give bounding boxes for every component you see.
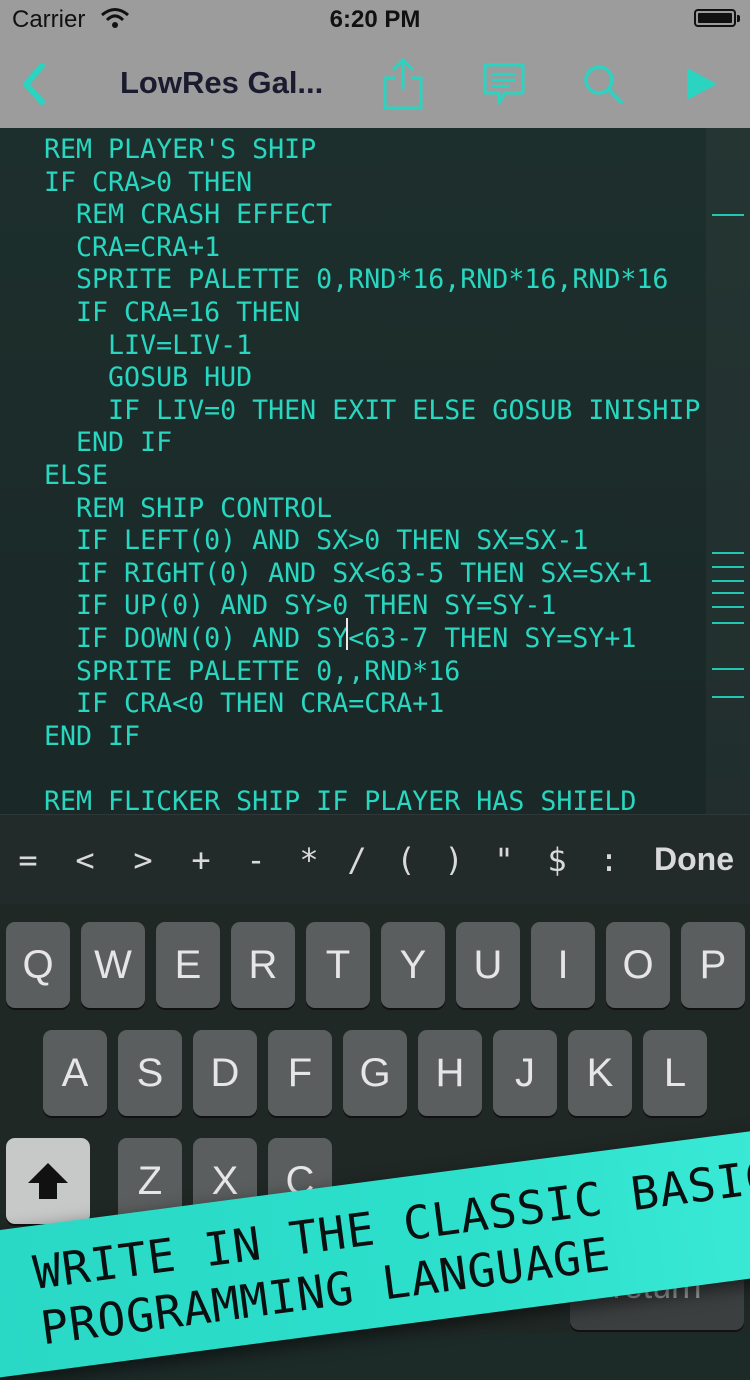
scroll-markers[interactable]	[706, 128, 750, 814]
symbol-key[interactable]: )	[434, 841, 474, 879]
back-button[interactable]	[8, 40, 58, 128]
clock: 6:20 PM	[329, 6, 421, 33]
symbol-key[interactable]: $	[537, 841, 577, 879]
code-editor[interactable]: REM PLAYER'S SHIP IF CRA>0 THEN REM CRAS…	[0, 128, 750, 814]
shift-key[interactable]	[6, 1138, 90, 1224]
key[interactable]: H	[418, 1030, 482, 1116]
text-cursor	[346, 618, 348, 650]
comment-icon	[483, 63, 525, 105]
back-icon	[23, 63, 45, 105]
key[interactable]: P	[681, 922, 745, 1008]
key[interactable]: U	[456, 922, 520, 1008]
scroll-marker	[712, 668, 744, 670]
scroll-marker	[712, 580, 744, 582]
run-button[interactable]	[676, 40, 726, 128]
page-title: LowRes Gal...	[120, 65, 324, 100]
key[interactable]: I	[531, 922, 595, 1008]
symbol-key[interactable]: >	[123, 841, 163, 879]
key[interactable]: L	[643, 1030, 707, 1116]
key[interactable]: F	[268, 1030, 332, 1116]
key[interactable]: O	[606, 922, 670, 1008]
symbol-key[interactable]: "	[484, 841, 524, 879]
scroll-marker	[712, 606, 744, 608]
share-icon	[383, 57, 423, 110]
scroll-marker	[712, 592, 744, 594]
status-bar: Carrier 6:20 PM	[0, 0, 750, 40]
key[interactable]: E	[156, 922, 220, 1008]
shift-arrow-icon	[28, 1163, 68, 1199]
code-text[interactable]: REM PLAYER'S SHIP IF CRA>0 THEN REM CRAS…	[44, 134, 700, 814]
scroll-marker	[712, 622, 744, 624]
symbol-key[interactable]: -	[236, 841, 276, 879]
symbol-key[interactable]: <	[65, 841, 105, 879]
key[interactable]: J	[493, 1030, 557, 1116]
symbol-key[interactable]: (	[386, 841, 426, 879]
scroll-marker	[712, 696, 744, 698]
share-button[interactable]	[378, 40, 428, 128]
comment-button[interactable]	[476, 40, 532, 128]
search-icon	[584, 65, 623, 104]
symbol-key[interactable]: =	[8, 841, 48, 879]
key[interactable]: G	[343, 1030, 407, 1116]
scroll-marker	[712, 214, 744, 216]
key[interactable]: D	[193, 1030, 257, 1116]
scroll-marker	[712, 552, 744, 554]
battery-icon	[694, 9, 740, 27]
done-button[interactable]: Done	[654, 841, 734, 878]
key[interactable]: R	[231, 922, 295, 1008]
symbol-toolbar: = < > + - * / ( ) " $ : Done	[0, 814, 750, 905]
scroll-marker	[712, 566, 744, 568]
navigation-bar: LowRes Gal...	[0, 40, 750, 128]
key[interactable]: T	[306, 922, 370, 1008]
key[interactable]: A	[43, 1030, 107, 1116]
symbol-key[interactable]: +	[181, 841, 221, 879]
key[interactable]: K	[568, 1030, 632, 1116]
symbol-key[interactable]: *	[289, 841, 329, 879]
search-button[interactable]	[578, 40, 628, 128]
symbol-key[interactable]: :	[589, 841, 629, 879]
key[interactable]: Y	[381, 922, 445, 1008]
key[interactable]: W	[81, 922, 145, 1008]
symbol-key[interactable]: /	[337, 841, 377, 879]
play-icon	[687, 68, 717, 100]
key[interactable]: Q	[6, 922, 70, 1008]
key[interactable]: S	[118, 1030, 182, 1116]
